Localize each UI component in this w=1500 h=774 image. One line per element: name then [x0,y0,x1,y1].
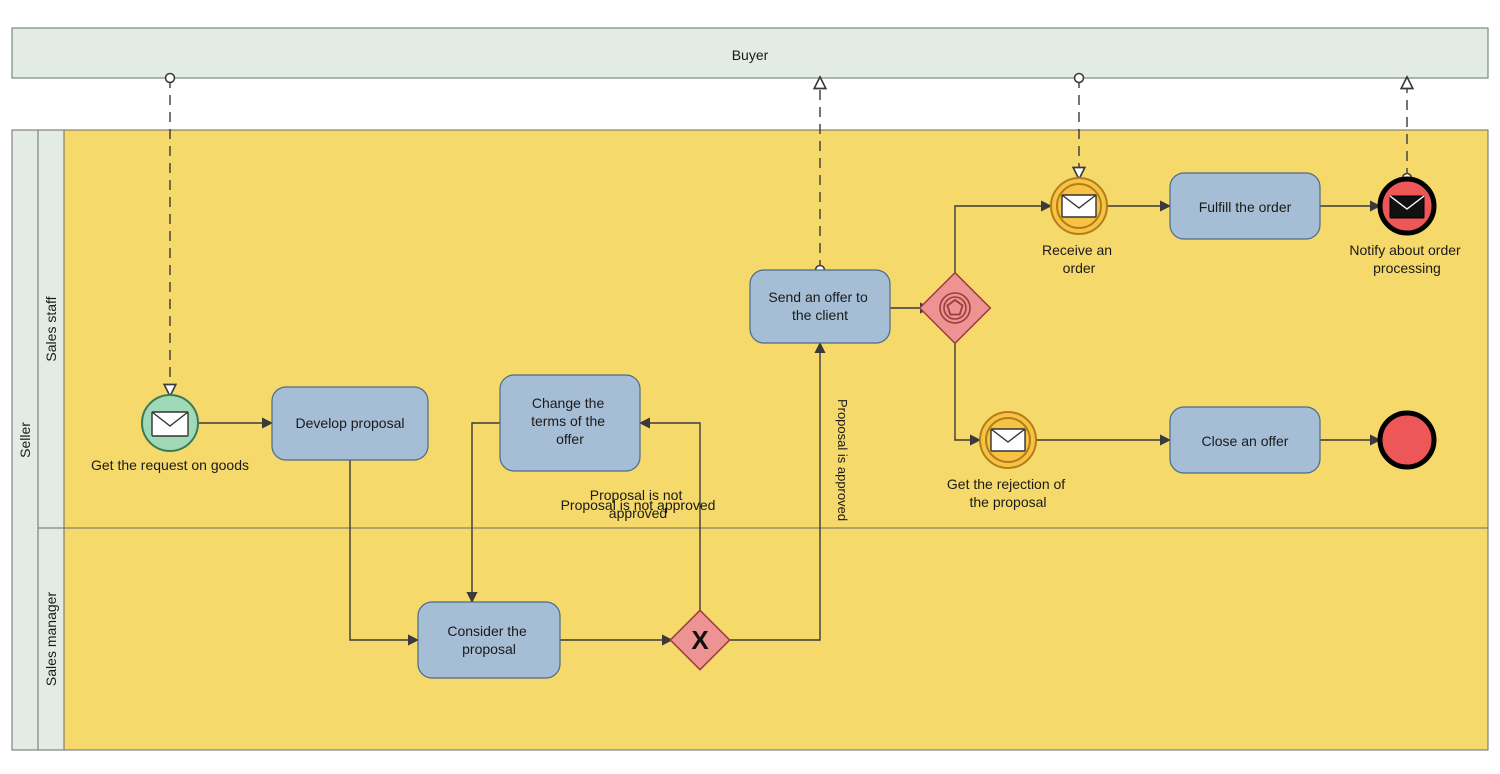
lane-sales-manager [64,528,1488,750]
task-consider-proposal: Consider the proposal [418,602,560,678]
envelope-icon [1062,195,1096,217]
envelope-icon [152,412,188,436]
label-approved: Proposal is approved [835,399,850,521]
task-develop-proposal-label: Develop proposal [296,415,405,431]
task-fulfill-order-label: Fulfill the order [1199,199,1292,215]
lane-sales-staff-label: Sales staff [43,296,59,361]
task-close-offer: Close an offer [1170,407,1320,473]
gateway-exclusive-marker: X [691,625,709,655]
envelope-dark-icon [1390,196,1424,218]
start-event-label: Get the request on goods [91,457,249,473]
envelope-icon [991,429,1025,451]
end-event-close [1380,413,1434,467]
task-change-terms: Change the terms of the offer [500,375,640,471]
task-close-offer-label: Close an offer [1202,433,1289,449]
buyer-pool: Buyer [12,28,1488,78]
buyer-pool-label: Buyer [732,47,769,63]
task-send-offer: Send an offer to the client [750,270,890,343]
seller-pool-label: Seller [17,422,33,458]
task-fulfill-order: Fulfill the order [1170,173,1320,239]
bpmn-diagram: Buyer Seller Sales staff Sales manager [0,0,1500,774]
task-develop-proposal: Develop proposal [272,387,428,460]
lane-sales-manager-label: Sales manager [43,592,59,687]
